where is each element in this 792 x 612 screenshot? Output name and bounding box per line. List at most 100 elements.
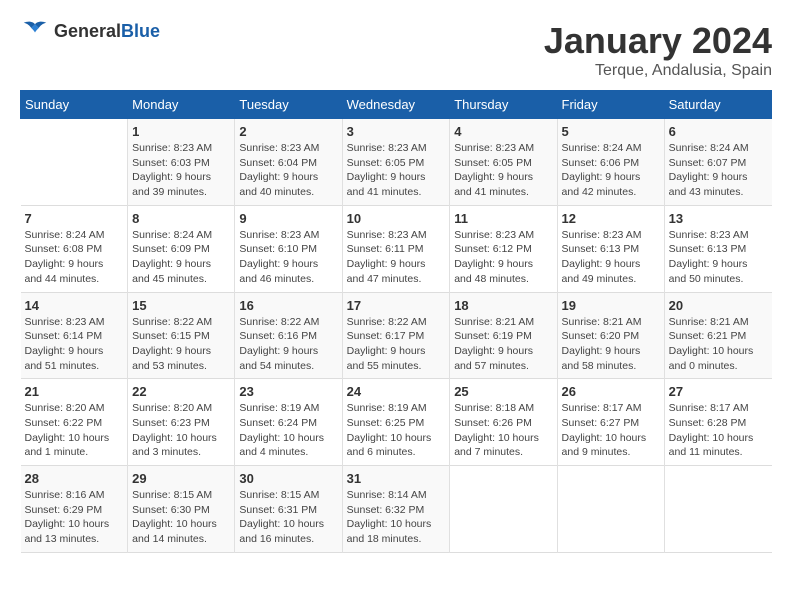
calendar-cell: 22 Sunrise: 8:20 AM Sunset: 6:23 PM Dayli…	[128, 379, 235, 466]
title-section: January 2024 Terque, Andalusia, Spain	[544, 20, 772, 80]
day-number: 19	[562, 298, 660, 313]
day-info: Sunrise: 8:19 AM Sunset: 6:25 PM Dayligh…	[347, 401, 446, 460]
logo-general: General	[54, 21, 121, 41]
col-sunday: Sunday	[21, 91, 128, 119]
day-info: Sunrise: 8:16 AM Sunset: 6:29 PM Dayligh…	[25, 488, 124, 547]
calendar-cell: 26 Sunrise: 8:17 AM Sunset: 6:27 PM Dayli…	[557, 379, 664, 466]
day-info: Sunrise: 8:23 AM Sunset: 6:13 PM Dayligh…	[669, 228, 768, 287]
calendar-cell	[664, 466, 771, 553]
calendar-cell: 3 Sunrise: 8:23 AM Sunset: 6:05 PM Daylig…	[342, 119, 450, 206]
day-number: 17	[347, 298, 446, 313]
day-info: Sunrise: 8:24 AM Sunset: 6:06 PM Dayligh…	[562, 141, 660, 200]
calendar-cell	[450, 466, 557, 553]
day-number: 18	[454, 298, 552, 313]
calendar-cell: 27 Sunrise: 8:17 AM Sunset: 6:28 PM Dayli…	[664, 379, 771, 466]
day-number: 21	[25, 384, 124, 399]
day-info: Sunrise: 8:22 AM Sunset: 6:16 PM Dayligh…	[239, 315, 337, 374]
calendar-cell: 25 Sunrise: 8:18 AM Sunset: 6:26 PM Dayli…	[450, 379, 557, 466]
day-info: Sunrise: 8:17 AM Sunset: 6:28 PM Dayligh…	[669, 401, 768, 460]
calendar-cell: 16 Sunrise: 8:22 AM Sunset: 6:16 PM Dayli…	[235, 292, 342, 379]
day-info: Sunrise: 8:18 AM Sunset: 6:26 PM Dayligh…	[454, 401, 552, 460]
day-info: Sunrise: 8:19 AM Sunset: 6:24 PM Dayligh…	[239, 401, 337, 460]
day-info: Sunrise: 8:20 AM Sunset: 6:22 PM Dayligh…	[25, 401, 124, 460]
calendar-cell: 29 Sunrise: 8:15 AM Sunset: 6:30 PM Dayli…	[128, 466, 235, 553]
calendar-cell: 2 Sunrise: 8:23 AM Sunset: 6:04 PM Daylig…	[235, 119, 342, 206]
week-row-3: 14Sunrise: 8:23 AM Sunset: 6:14 PM Dayli…	[21, 292, 772, 379]
calendar-cell: 7Sunrise: 8:24 AM Sunset: 6:08 PM Daylig…	[21, 205, 128, 292]
day-number: 15	[132, 298, 230, 313]
location: Terque, Andalusia, Spain	[544, 62, 772, 80]
calendar-cell: 28Sunrise: 8:16 AM Sunset: 6:29 PM Dayli…	[21, 466, 128, 553]
day-number: 2	[239, 124, 337, 139]
calendar-cell: 31 Sunrise: 8:14 AM Sunset: 6:32 PM Dayli…	[342, 466, 450, 553]
calendar-header: Sunday Monday Tuesday Wednesday Thursday…	[21, 91, 772, 119]
week-row-5: 28Sunrise: 8:16 AM Sunset: 6:29 PM Dayli…	[21, 466, 772, 553]
day-number: 3	[347, 124, 446, 139]
week-row-4: 21 Sunrise: 8:20 AM Sunset: 6:22 PM Dayli…	[21, 379, 772, 466]
day-number: 1	[132, 124, 230, 139]
day-number: 26	[562, 384, 660, 399]
calendar-cell: 21 Sunrise: 8:20 AM Sunset: 6:22 PM Dayli…	[21, 379, 128, 466]
day-info: Sunrise: 8:14 AM Sunset: 6:32 PM Dayligh…	[347, 488, 446, 547]
day-number: 9	[239, 211, 337, 226]
day-number: 24	[347, 384, 446, 399]
calendar-cell: 20 Sunrise: 8:21 AM Sunset: 6:21 PM Dayli…	[664, 292, 771, 379]
calendar-cell: 6Sunrise: 8:24 AM Sunset: 6:07 PM Daylig…	[664, 119, 771, 206]
page-header: GeneralBlue January 2024 Terque, Andalus…	[20, 20, 772, 80]
logo-blue: Blue	[121, 21, 160, 41]
day-info: Sunrise: 8:23 AM Sunset: 6:03 PM Dayligh…	[132, 141, 230, 200]
calendar-cell: 5 Sunrise: 8:24 AM Sunset: 6:06 PM Daylig…	[557, 119, 664, 206]
day-info: Sunrise: 8:24 AM Sunset: 6:09 PM Dayligh…	[132, 228, 230, 287]
calendar-table: Sunday Monday Tuesday Wednesday Thursday…	[20, 90, 772, 553]
col-wednesday: Wednesday	[342, 91, 450, 119]
month-title: January 2024	[544, 20, 772, 62]
col-thursday: Thursday	[450, 91, 557, 119]
calendar-cell: 19Sunrise: 8:21 AM Sunset: 6:20 PM Dayli…	[557, 292, 664, 379]
day-info: Sunrise: 8:17 AM Sunset: 6:27 PM Dayligh…	[562, 401, 660, 460]
calendar-cell: 17 Sunrise: 8:22 AM Sunset: 6:17 PM Dayli…	[342, 292, 450, 379]
calendar-cell: 8 Sunrise: 8:24 AM Sunset: 6:09 PM Daylig…	[128, 205, 235, 292]
day-info: Sunrise: 8:15 AM Sunset: 6:30 PM Dayligh…	[132, 488, 230, 547]
day-info: Sunrise: 8:23 AM Sunset: 6:04 PM Dayligh…	[239, 141, 337, 200]
day-number: 20	[669, 298, 768, 313]
logo: GeneralBlue	[20, 20, 160, 42]
col-friday: Friday	[557, 91, 664, 119]
calendar-cell: 9Sunrise: 8:23 AM Sunset: 6:10 PM Daylig…	[235, 205, 342, 292]
day-info: Sunrise: 8:24 AM Sunset: 6:07 PM Dayligh…	[669, 141, 768, 200]
calendar-cell: 14Sunrise: 8:23 AM Sunset: 6:14 PM Dayli…	[21, 292, 128, 379]
calendar-cell: 1 Sunrise: 8:23 AM Sunset: 6:03 PM Daylig…	[128, 119, 235, 206]
day-info: Sunrise: 8:23 AM Sunset: 6:12 PM Dayligh…	[454, 228, 552, 287]
day-info: Sunrise: 8:15 AM Sunset: 6:31 PM Dayligh…	[239, 488, 337, 547]
day-info: Sunrise: 8:23 AM Sunset: 6:05 PM Dayligh…	[454, 141, 552, 200]
calendar-cell: 15Sunrise: 8:22 AM Sunset: 6:15 PM Dayli…	[128, 292, 235, 379]
day-number: 5	[562, 124, 660, 139]
calendar-cell: 18 Sunrise: 8:21 AM Sunset: 6:19 PM Dayli…	[450, 292, 557, 379]
calendar-cell: 23Sunrise: 8:19 AM Sunset: 6:24 PM Dayli…	[235, 379, 342, 466]
day-number: 13	[669, 211, 768, 226]
day-number: 22	[132, 384, 230, 399]
day-info: Sunrise: 8:21 AM Sunset: 6:19 PM Dayligh…	[454, 315, 552, 374]
day-info: Sunrise: 8:22 AM Sunset: 6:17 PM Dayligh…	[347, 315, 446, 374]
day-info: Sunrise: 8:20 AM Sunset: 6:23 PM Dayligh…	[132, 401, 230, 460]
col-tuesday: Tuesday	[235, 91, 342, 119]
calendar-cell	[557, 466, 664, 553]
day-number: 8	[132, 211, 230, 226]
day-number: 30	[239, 471, 337, 486]
calendar-body: 1 Sunrise: 8:23 AM Sunset: 6:03 PM Daylig…	[21, 119, 772, 553]
day-number: 29	[132, 471, 230, 486]
day-number: 27	[669, 384, 768, 399]
calendar-cell: 10 Sunrise: 8:23 AM Sunset: 6:11 PM Dayli…	[342, 205, 450, 292]
calendar-cell: 30 Sunrise: 8:15 AM Sunset: 6:31 PM Dayli…	[235, 466, 342, 553]
day-number: 25	[454, 384, 552, 399]
day-number: 12	[562, 211, 660, 226]
logo-text: GeneralBlue	[54, 21, 160, 42]
calendar-cell: 11Sunrise: 8:23 AM Sunset: 6:12 PM Dayli…	[450, 205, 557, 292]
week-row-2: 7Sunrise: 8:24 AM Sunset: 6:08 PM Daylig…	[21, 205, 772, 292]
day-number: 31	[347, 471, 446, 486]
day-info: Sunrise: 8:23 AM Sunset: 6:05 PM Dayligh…	[347, 141, 446, 200]
day-info: Sunrise: 8:23 AM Sunset: 6:11 PM Dayligh…	[347, 228, 446, 287]
day-number: 10	[347, 211, 446, 226]
day-info: Sunrise: 8:23 AM Sunset: 6:14 PM Dayligh…	[25, 315, 124, 374]
day-number: 16	[239, 298, 337, 313]
day-info: Sunrise: 8:21 AM Sunset: 6:21 PM Dayligh…	[669, 315, 768, 374]
